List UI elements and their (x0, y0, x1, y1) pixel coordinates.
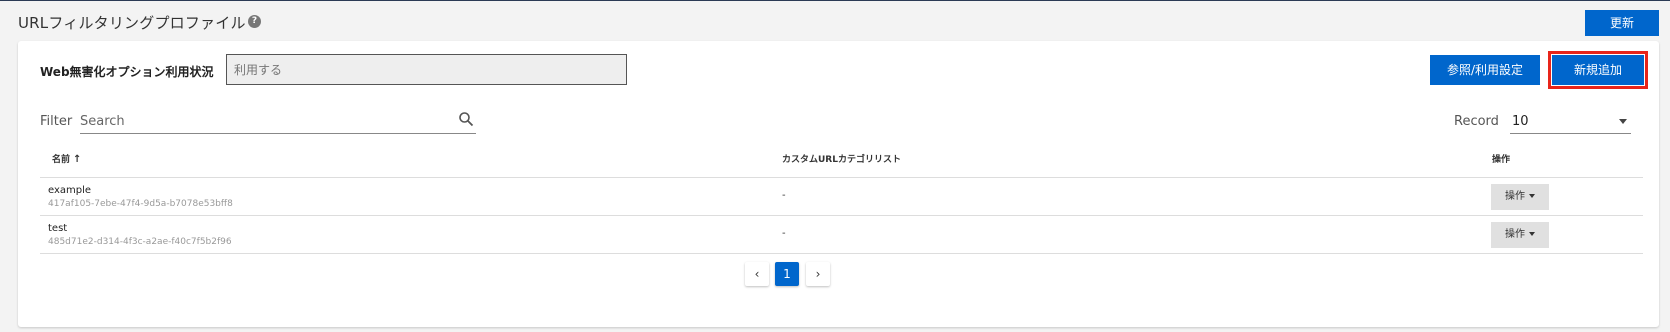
table-header: 名前 ↑ カスタムURLカテゴリリスト 操作 (40, 138, 1643, 178)
search-field (80, 108, 476, 134)
next-page-button[interactable]: › (806, 262, 830, 286)
row-name: example (48, 185, 92, 196)
web-sanitize-option-label: Web無害化オプション利用状況 (40, 65, 214, 79)
row-ops-label: 操作 (1505, 191, 1525, 202)
column-header-ops: 操作 (1492, 155, 1511, 165)
row-category: - (782, 228, 786, 239)
caret-down-icon (1619, 119, 1627, 124)
table-row: example 417af105-7ebe-47f4-9d5a-b7078e53… (40, 178, 1643, 216)
record-label: Record (1454, 114, 1499, 129)
record-value: 10 (1512, 114, 1529, 129)
caret-down-icon (1529, 232, 1535, 236)
record-select[interactable]: 10 (1510, 108, 1631, 134)
row-name: test (48, 223, 68, 234)
column-header-name-label: 名前 (52, 155, 71, 165)
prev-page-button[interactable]: ‹ (745, 262, 769, 286)
reference-settings-button[interactable]: 参照/利用設定 (1430, 55, 1540, 85)
profile-card: Web無害化オプション利用状況 参照/利用設定 新規追加 Filter Reco… (18, 41, 1659, 327)
search-icon[interactable] (458, 111, 474, 127)
add-new-button[interactable]: 新規追加 (1552, 55, 1644, 85)
web-sanitize-option-field (226, 54, 627, 85)
table-row: test 485d71e2-d314-4f3c-a2ae-f40c7f5b2f9… (40, 216, 1643, 254)
row-id: 485d71e2-d314-4f3c-a2ae-f40c7f5b2f96 (48, 237, 232, 247)
search-input[interactable] (80, 111, 440, 131)
column-header-name[interactable]: 名前 ↑ (52, 152, 81, 165)
question-circle-icon[interactable]: ? (248, 15, 261, 28)
page-title: URLフィルタリングプロファイル (18, 14, 246, 32)
row-id: 417af105-7ebe-47f4-9d5a-b7078e53bff8 (48, 199, 233, 209)
refresh-button[interactable]: 更新 (1585, 10, 1659, 36)
row-ops-label: 操作 (1505, 229, 1525, 240)
page-1-button[interactable]: 1 (775, 262, 799, 286)
page-header: URLフィルタリングプロファイル ? 更新 (0, 1, 1670, 41)
filter-label: Filter (40, 114, 73, 129)
row-category: - (782, 190, 786, 201)
profile-table: 名前 ↑ カスタムURLカテゴリリスト 操作 example 417af105-7… (40, 138, 1643, 254)
row-ops-button[interactable]: 操作 (1491, 184, 1549, 210)
caret-down-icon (1529, 194, 1535, 198)
column-header-category: カスタムURLカテゴリリスト (782, 155, 901, 165)
row-ops-button[interactable]: 操作 (1491, 222, 1549, 248)
sort-ascending-icon: ↑ (73, 154, 82, 165)
